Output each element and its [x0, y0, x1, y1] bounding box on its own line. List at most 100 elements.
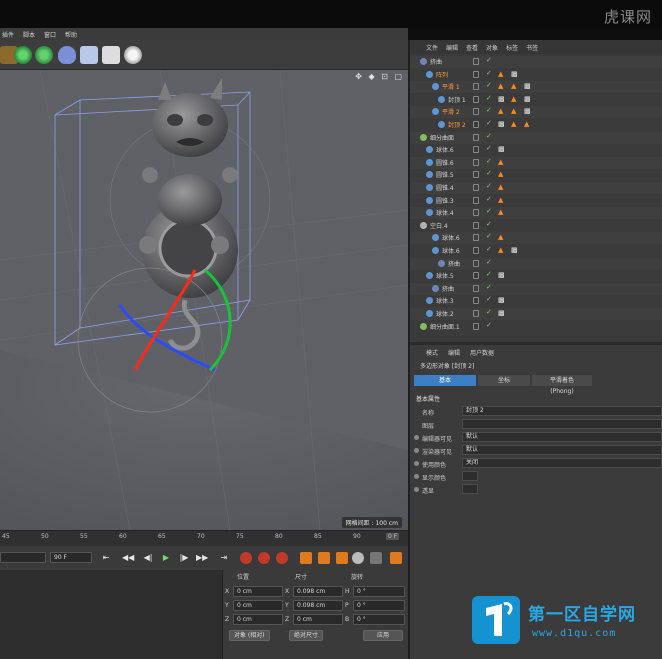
generator-icon[interactable]	[35, 46, 53, 64]
object-row[interactable]: 封顶 2 ✓ ▩ ▲ ▲	[410, 119, 662, 131]
om-menu-bookmarks[interactable]: 书签	[526, 43, 538, 52]
param-key-icon[interactable]	[352, 552, 364, 564]
visibility-toggle[interactable]	[473, 234, 479, 242]
enable-check-icon[interactable]: ✓	[486, 169, 492, 177]
phong-tag-icon[interactable]: ▲	[498, 234, 503, 241]
phong-tag-icon[interactable]: ▲	[498, 184, 503, 191]
menu-help[interactable]: 帮助	[65, 30, 77, 39]
texture-tag-icon[interactable]: ▩	[498, 121, 505, 128]
3d-viewport[interactable]: ✥ ◆ ⊡ ▢ 网格间距 : 100 cm	[0, 70, 408, 530]
animate-radio-icon[interactable]	[414, 461, 419, 466]
texture-tag-icon[interactable]: ▩	[524, 83, 531, 90]
menu-script[interactable]: 脚本	[23, 30, 35, 39]
attribute-value-field[interactable]	[462, 484, 478, 494]
enable-check-icon[interactable]: ✓	[486, 295, 492, 303]
attr-tab-edit[interactable]: 编辑	[448, 348, 460, 357]
object-name[interactable]: 球体.3	[436, 296, 454, 305]
visibility-toggle[interactable]	[473, 95, 479, 103]
object-name[interactable]: 挤曲	[442, 284, 454, 293]
om-menu-file[interactable]: 文件	[426, 43, 438, 52]
menu-window[interactable]: 窗口	[44, 30, 56, 39]
enable-check-icon[interactable]: ✓	[486, 69, 492, 77]
texture-tag-icon[interactable]: ▩	[524, 95, 531, 103]
viewport-nav-tools[interactable]: ✥ ◆ ⊡ ▢	[355, 72, 404, 81]
record-icon[interactable]	[240, 552, 252, 564]
rot-h-field[interactable]: 0 °	[353, 586, 405, 597]
visibility-toggle[interactable]	[473, 58, 479, 65]
visibility-toggle[interactable]	[473, 70, 479, 78]
object-row[interactable]: 挤曲 ✓	[410, 257, 662, 270]
rotation-key-icon[interactable]	[336, 552, 348, 564]
attr-tab-mode[interactable]: 模式	[426, 348, 438, 357]
timeline-ruler[interactable]: 45 50 55 60 65 70 75 80 85 90 0 F	[0, 530, 408, 546]
scene-icon[interactable]	[80, 46, 98, 64]
object-row[interactable]: 球体.5 ✓ ▩	[410, 270, 662, 282]
panel-divider[interactable]	[410, 342, 662, 345]
visibility-toggle[interactable]	[473, 146, 479, 154]
object-name[interactable]: 阵列	[436, 70, 448, 79]
phong-tag-icon[interactable]: ▲	[511, 108, 516, 115]
object-row[interactable]: 细分曲面 ✓	[410, 131, 662, 144]
object-name[interactable]: 细分曲面	[430, 133, 454, 142]
visibility-toggle[interactable]	[473, 196, 479, 204]
object-name[interactable]: 挤曲	[430, 57, 442, 66]
next-key-button[interactable]: ▶▶	[196, 552, 208, 564]
scale-key-icon[interactable]	[318, 552, 330, 564]
next-frame-button[interactable]: |▶	[178, 552, 190, 564]
prev-frame-button[interactable]: ◀|	[142, 552, 154, 564]
visibility-toggle[interactable]	[473, 83, 479, 91]
texture-tag-icon[interactable]: ▩	[498, 272, 505, 279]
object-row[interactable]: 挤曲 ✓	[410, 282, 662, 295]
attribute-value-field[interactable]: 封顶 2	[462, 406, 662, 416]
subtab-coord[interactable]: 坐标	[478, 375, 530, 386]
object-row[interactable]: 圆锥.5 ✓ ▲	[410, 169, 662, 181]
pos-z-field[interactable]: 0 cm	[233, 614, 283, 625]
object-row[interactable]: 空白.4 ✓	[410, 220, 662, 232]
size-x-field[interactable]: 0.098 cm	[293, 586, 343, 597]
enable-check-icon[interactable]: ✓	[486, 220, 492, 228]
texture-tag-icon[interactable]: ▩	[524, 108, 531, 115]
object-name[interactable]: 球体.6	[442, 233, 460, 242]
om-menu-view[interactable]: 查看	[466, 43, 478, 52]
attribute-value-field[interactable]	[462, 419, 662, 429]
keyframe-selection-icon[interactable]	[276, 552, 288, 564]
object-name[interactable]: 圆锥.4	[436, 183, 454, 192]
om-menu-edit[interactable]: 编辑	[446, 43, 458, 52]
object-name[interactable]: 球体.6	[436, 145, 454, 154]
pos-y-field[interactable]: 0 cm	[233, 600, 283, 611]
attribute-value-field[interactable]: 关闭	[462, 458, 662, 468]
object-row[interactable]: 球体.6 ✓ ▩	[410, 144, 662, 156]
coord-mode-select[interactable]: 对象 (相对)	[229, 630, 270, 641]
enable-check-icon[interactable]: ✓	[486, 207, 492, 215]
enable-check-icon[interactable]: ✓	[486, 157, 492, 165]
object-name[interactable]: 空白.4	[430, 221, 448, 230]
phong-tag-icon[interactable]: ▲	[511, 83, 516, 90]
enable-check-icon[interactable]: ✓	[486, 182, 492, 190]
attribute-value-field[interactable]: 默认	[462, 432, 662, 442]
enable-check-icon[interactable]: ✓	[486, 56, 492, 64]
visibility-toggle[interactable]	[473, 247, 479, 254]
enable-check-icon[interactable]: ✓	[486, 245, 492, 253]
object-row[interactable]: 平滑 1 ✓ ▲ ▲ ▩	[410, 81, 662, 94]
phong-tag-icon[interactable]: ▲	[498, 247, 503, 254]
object-name[interactable]: 平滑 2	[442, 107, 460, 116]
rot-b-field[interactable]: 0 °	[353, 614, 405, 625]
phong-tag-icon[interactable]: ▲	[498, 171, 503, 178]
deformer-icon[interactable]	[14, 46, 32, 64]
object-row[interactable]: 挤曲 ✓	[410, 56, 662, 68]
visibility-toggle[interactable]	[473, 259, 479, 267]
position-key-icon[interactable]	[300, 552, 312, 564]
size-z-field[interactable]: 0 cm	[293, 614, 343, 625]
enable-check-icon[interactable]: ✓	[486, 81, 492, 89]
spline-icon[interactable]	[58, 46, 76, 64]
enable-check-icon[interactable]: ✓	[486, 308, 492, 316]
object-row[interactable]: 细分曲面.1 ✓	[410, 321, 662, 333]
phong-tag-icon[interactable]: ▲	[498, 108, 503, 115]
phong-tag-icon[interactable]: ▲	[498, 158, 503, 166]
enable-check-icon[interactable]: ✓	[486, 106, 492, 114]
texture-tag-icon[interactable]: ▩	[511, 70, 518, 78]
animate-radio-icon[interactable]	[414, 448, 419, 453]
enable-check-icon[interactable]: ✓	[486, 321, 492, 329]
visibility-toggle[interactable]	[473, 108, 479, 116]
visibility-toggle[interactable]	[473, 272, 479, 280]
